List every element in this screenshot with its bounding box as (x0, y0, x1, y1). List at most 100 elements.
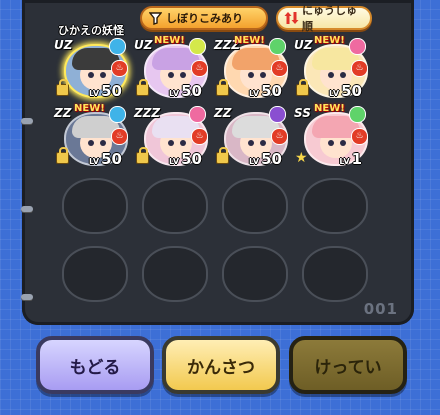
yokai-eye (88, 72, 94, 78)
level-label: LV 50 (89, 150, 122, 168)
yokai-eye (180, 140, 186, 146)
yokai-eye (328, 140, 334, 146)
lock-icon (56, 147, 69, 164)
reserve-yokai-label: ひかえの妖怪 (58, 24, 124, 37)
empty-slot[interactable] (134, 242, 208, 304)
yokai-eye (88, 140, 94, 146)
empty-slot-ring (222, 246, 288, 302)
empty-slot-ring (222, 178, 288, 234)
lock-icon (216, 79, 229, 96)
tribe-icon (269, 38, 286, 55)
fire-attribute-icon: ♨ (191, 128, 208, 145)
rank-badge: ZZ (54, 106, 72, 120)
rank-badge: SS (294, 106, 311, 120)
rank-badge: ZZZ (134, 106, 161, 120)
confirm-button[interactable]: けってい (289, 336, 407, 394)
level-value: 50 (261, 82, 282, 100)
empty-slot[interactable] (294, 242, 368, 304)
page-number: 001 (363, 300, 398, 318)
empty-slot-ring (62, 246, 128, 302)
level-prefix: LV (248, 157, 260, 166)
level-label: LV 1 (339, 150, 362, 168)
sort-button[interactable]: にゅうしゅ順 (276, 4, 372, 33)
fire-attribute-icon: ♨ (271, 128, 288, 145)
rank-badge: ZZ (214, 106, 232, 120)
yokai-eye (168, 140, 174, 146)
filter-button[interactable]: しぼりこみあり (140, 6, 268, 30)
level-label: LV 50 (329, 82, 362, 100)
back-button[interactable]: もどる (36, 336, 154, 394)
yokai-eye (180, 72, 186, 78)
level-value: 50 (341, 82, 362, 100)
yokai-eye (100, 140, 106, 146)
fire-attribute-icon: ♨ (351, 128, 368, 145)
fire-attribute-icon: ♨ (351, 60, 368, 77)
yokai-eye (248, 72, 254, 78)
yokai-slot[interactable]: UZ ♨ LV 50 (54, 38, 128, 100)
empty-slot-ring (62, 178, 128, 234)
yokai-slot[interactable]: UZ NEW! ♨ LV 50 (294, 35, 368, 100)
level-prefix: LV (168, 157, 180, 166)
yokai-eye (328, 72, 334, 78)
empty-slot-ring (142, 178, 208, 234)
tribe-icon (109, 106, 126, 123)
level-label: LV 50 (249, 150, 282, 168)
yokai-eye (248, 140, 254, 146)
tribe-icon (349, 38, 366, 55)
yokai-eye (340, 140, 346, 146)
tribe-icon (109, 38, 126, 55)
new-badge: NEW! (154, 35, 185, 46)
yokai-slot[interactable]: ZZZ ♨ LV 50 (134, 106, 208, 168)
fire-attribute-icon: ♨ (271, 60, 288, 77)
yokai-slot[interactable]: ZZ NEW! ♨ LV 50 (54, 103, 128, 168)
empty-slot[interactable] (214, 242, 288, 304)
level-label: LV 50 (169, 82, 202, 100)
lock-icon (216, 147, 229, 164)
fire-attribute-icon: ♨ (191, 60, 208, 77)
funnel-icon (148, 11, 163, 26)
level-prefix: LV (328, 89, 340, 98)
new-badge: NEW! (234, 35, 265, 46)
level-label: LV 50 (169, 150, 202, 168)
level-prefix: LV (168, 89, 180, 98)
yokai-slot[interactable]: SS NEW! ♨ ★ LV 1 (294, 103, 368, 168)
yokai-eye (168, 72, 174, 78)
fire-attribute-icon: ♨ (111, 60, 128, 77)
level-label: LV 50 (89, 82, 122, 100)
lock-icon (136, 147, 149, 164)
inspect-button[interactable]: かんさつ (162, 336, 280, 394)
tribe-icon (189, 106, 206, 123)
empty-slot[interactable] (134, 174, 208, 236)
sort-label: にゅうしゅ順 (302, 4, 357, 33)
yokai-slot[interactable]: ZZ ♨ LV 50 (214, 106, 288, 168)
level-value: 50 (181, 82, 202, 100)
empty-slot[interactable] (54, 242, 128, 304)
level-value: 50 (101, 82, 122, 100)
yokai-eye (340, 72, 346, 78)
level-value: 50 (181, 150, 202, 168)
level-value: 1 (351, 150, 362, 168)
level-prefix: LV (88, 89, 100, 98)
level-prefix: LV (339, 157, 350, 166)
yokai-eye (260, 72, 266, 78)
level-prefix: LV (88, 157, 100, 166)
lock-icon (56, 79, 69, 96)
rank-badge: UZ (134, 38, 153, 52)
fire-attribute-icon: ♨ (111, 128, 128, 145)
empty-slot-ring (302, 246, 368, 302)
yokai-eye (260, 140, 266, 146)
empty-slot[interactable] (54, 174, 128, 236)
level-value: 50 (261, 150, 282, 168)
filter-label: しぼりこみあり (166, 12, 243, 25)
tribe-icon (189, 38, 206, 55)
empty-slot[interactable] (294, 174, 368, 236)
level-value: 50 (101, 150, 122, 168)
new-badge: NEW! (74, 103, 105, 114)
tribe-icon (349, 106, 366, 123)
yokai-slot[interactable]: UZ NEW! ♨ LV 50 (134, 35, 208, 100)
empty-slot[interactable] (214, 174, 288, 236)
rank-badge: UZ (294, 38, 313, 52)
sort-arrows-icon (284, 11, 299, 26)
empty-slot-ring (302, 178, 368, 234)
yokai-slot[interactable]: ZZZ NEW! ♨ LV 50 (214, 35, 288, 100)
